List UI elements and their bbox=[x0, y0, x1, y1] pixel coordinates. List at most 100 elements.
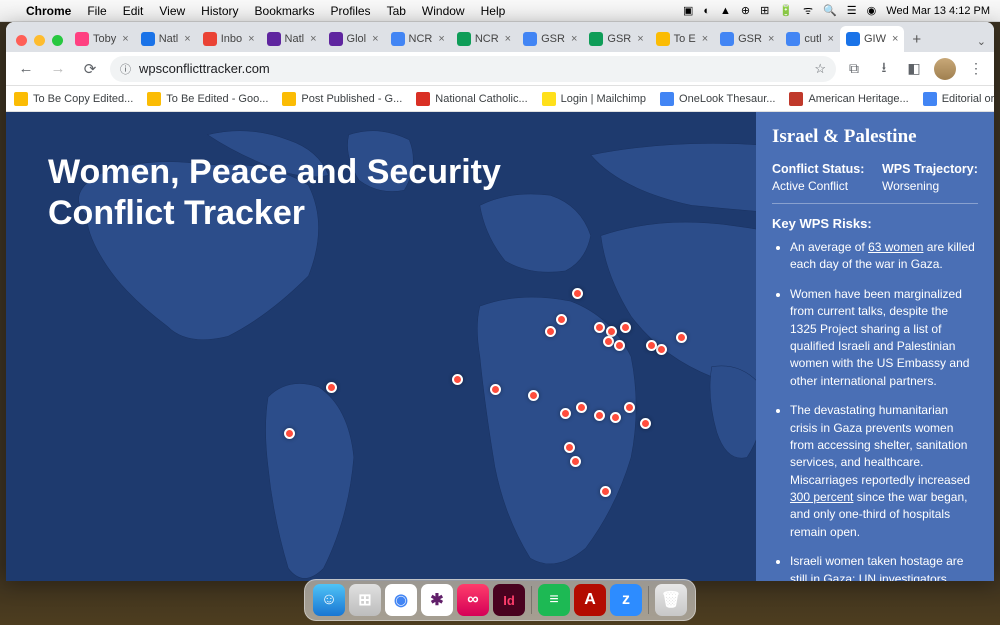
wifi-icon[interactable]: ᯤ bbox=[803, 3, 813, 18]
dock-app-spotify[interactable]: ≡ bbox=[538, 584, 570, 616]
map-hotspot[interactable] bbox=[490, 384, 501, 395]
tab-overflow-button[interactable]: ⌄ bbox=[969, 35, 994, 52]
bookmark-item[interactable]: Login | Mailchimp bbox=[542, 92, 646, 106]
map-hotspot[interactable] bbox=[556, 314, 567, 325]
close-tab-icon[interactable]: × bbox=[571, 33, 577, 45]
browser-tab[interactable]: NCR× bbox=[385, 26, 451, 52]
map-hotspot[interactable] bbox=[564, 442, 575, 453]
bookmark-item[interactable]: American Heritage... bbox=[789, 92, 908, 106]
browser-tab[interactable]: Natl× bbox=[261, 26, 323, 52]
map-hotspot[interactable] bbox=[326, 382, 337, 393]
downloads-icon[interactable]: ⭳ bbox=[874, 57, 894, 81]
profile-avatar[interactable] bbox=[934, 58, 956, 80]
close-button[interactable] bbox=[16, 35, 27, 46]
app-name[interactable]: Chrome bbox=[26, 4, 71, 18]
new-tab-button[interactable]: + bbox=[904, 31, 929, 52]
map-hotspot[interactable] bbox=[600, 486, 611, 497]
map-hotspot[interactable] bbox=[594, 410, 605, 421]
browser-tab[interactable]: Glol× bbox=[323, 26, 385, 52]
map-hotspot[interactable] bbox=[284, 428, 295, 439]
dock-app-trash[interactable]: 🗑 bbox=[655, 584, 687, 616]
menu-bookmarks[interactable]: Bookmarks bbox=[255, 4, 315, 18]
link[interactable]: 300 percent bbox=[790, 490, 853, 504]
link[interactable]: 63 women bbox=[868, 240, 923, 254]
browser-tab[interactable]: GSR× bbox=[583, 26, 649, 52]
battery-icon[interactable]: 🔋 bbox=[779, 4, 793, 17]
map-hotspot[interactable] bbox=[624, 402, 635, 413]
close-tab-icon[interactable]: × bbox=[892, 33, 898, 45]
close-tab-icon[interactable]: × bbox=[184, 33, 190, 45]
close-tab-icon[interactable]: × bbox=[768, 33, 774, 45]
map-hotspot[interactable] bbox=[545, 326, 556, 337]
bookmark-star-icon[interactable]: ☆ bbox=[814, 61, 826, 77]
close-tab-icon[interactable]: × bbox=[702, 33, 708, 45]
map-hotspot[interactable] bbox=[560, 408, 571, 419]
bookmark-item[interactable]: Post Published - G... bbox=[282, 92, 402, 106]
map-hotspot[interactable] bbox=[603, 336, 614, 347]
menu-file[interactable]: File bbox=[87, 4, 106, 18]
menu-profiles[interactable]: Profiles bbox=[331, 4, 371, 18]
bookmark-item[interactable]: OneLook Thesaur... bbox=[660, 92, 775, 106]
close-tab-icon[interactable]: × bbox=[310, 33, 316, 45]
close-tab-icon[interactable]: × bbox=[505, 33, 511, 45]
clock[interactable]: Wed Mar 13 4:12 PM bbox=[886, 5, 990, 17]
map-hotspot[interactable] bbox=[614, 340, 625, 351]
chrome-menu-icon[interactable]: ⋮ bbox=[966, 60, 986, 77]
map-hotspot[interactable] bbox=[452, 374, 463, 385]
dock-app-cc[interactable]: ∞ bbox=[457, 584, 489, 616]
close-tab-icon[interactable]: × bbox=[637, 33, 643, 45]
dock-app-chrome[interactable]: ◉ bbox=[385, 584, 417, 616]
menu-history[interactable]: History bbox=[201, 4, 238, 18]
browser-tab[interactable]: Inbo× bbox=[197, 26, 261, 52]
bookmark-item[interactable]: To Be Edited - Goo... bbox=[147, 92, 268, 106]
close-tab-icon[interactable]: × bbox=[122, 33, 128, 45]
browser-tab[interactable]: Natl× bbox=[135, 26, 197, 52]
dock-app-finder[interactable]: ☺ bbox=[313, 584, 345, 616]
map-hotspot[interactable] bbox=[646, 340, 657, 351]
dock-app-acrobat[interactable]: A bbox=[574, 584, 606, 616]
status-icon[interactable]: ◐ bbox=[703, 5, 710, 17]
dock-app-indesign[interactable]: Id bbox=[493, 584, 525, 616]
back-button[interactable]: ← bbox=[14, 57, 38, 81]
address-bar[interactable]: ⓘ wpsconflicttracker.com ☆ bbox=[110, 56, 836, 82]
bookmark-item[interactable]: National Catholic... bbox=[416, 92, 527, 106]
menu-edit[interactable]: Edit bbox=[123, 4, 144, 18]
forward-button[interactable]: → bbox=[46, 57, 70, 81]
side-panel-icon[interactable]: ◧ bbox=[904, 60, 924, 77]
browser-tab[interactable]: cutl× bbox=[780, 26, 840, 52]
status-icon[interactable]: ⊕ bbox=[741, 4, 750, 17]
site-info-icon[interactable]: ⓘ bbox=[120, 61, 131, 77]
map-hotspot[interactable] bbox=[656, 344, 667, 355]
search-icon[interactable]: 🔍 bbox=[823, 4, 837, 17]
browser-tab[interactable]: GSR× bbox=[714, 26, 780, 52]
dock-app-launchpad[interactable]: ⊞ bbox=[349, 584, 381, 616]
extensions-icon[interactable]: ⧉ bbox=[844, 60, 864, 77]
menu-tab[interactable]: Tab bbox=[387, 4, 406, 18]
dock-app-slack[interactable]: ✱ bbox=[421, 584, 453, 616]
browser-tab[interactable]: To E× bbox=[650, 26, 714, 52]
map-hotspot[interactable] bbox=[594, 322, 605, 333]
map-hotspot[interactable] bbox=[676, 332, 687, 343]
menu-help[interactable]: Help bbox=[481, 4, 506, 18]
menu-window[interactable]: Window bbox=[422, 4, 465, 18]
map-hotspot[interactable] bbox=[610, 412, 621, 423]
browser-tab[interactable]: Toby× bbox=[69, 26, 135, 52]
map-hotspot[interactable] bbox=[570, 456, 581, 467]
control-center-icon[interactable]: ☰ bbox=[847, 4, 857, 17]
map-hotspot[interactable] bbox=[576, 402, 587, 413]
status-icon[interactable]: ⊞ bbox=[760, 4, 769, 17]
close-tab-icon[interactable]: × bbox=[372, 33, 378, 45]
dock-app-zoom[interactable]: z bbox=[610, 584, 642, 616]
close-tab-icon[interactable]: × bbox=[248, 33, 254, 45]
bookmark-item[interactable]: To Be Copy Edited... bbox=[14, 92, 133, 106]
menu-view[interactable]: View bbox=[159, 4, 185, 18]
minimize-button[interactable] bbox=[34, 35, 45, 46]
browser-tab[interactable]: NCR× bbox=[451, 26, 517, 52]
close-tab-icon[interactable]: × bbox=[828, 33, 834, 45]
maximize-button[interactable] bbox=[52, 35, 63, 46]
status-icon[interactable]: ▲ bbox=[720, 5, 731, 17]
status-icon[interactable]: ▣ bbox=[683, 4, 693, 17]
browser-tab[interactable]: GSR× bbox=[517, 26, 583, 52]
close-tab-icon[interactable]: × bbox=[438, 33, 444, 45]
map-hotspot[interactable] bbox=[572, 288, 583, 299]
